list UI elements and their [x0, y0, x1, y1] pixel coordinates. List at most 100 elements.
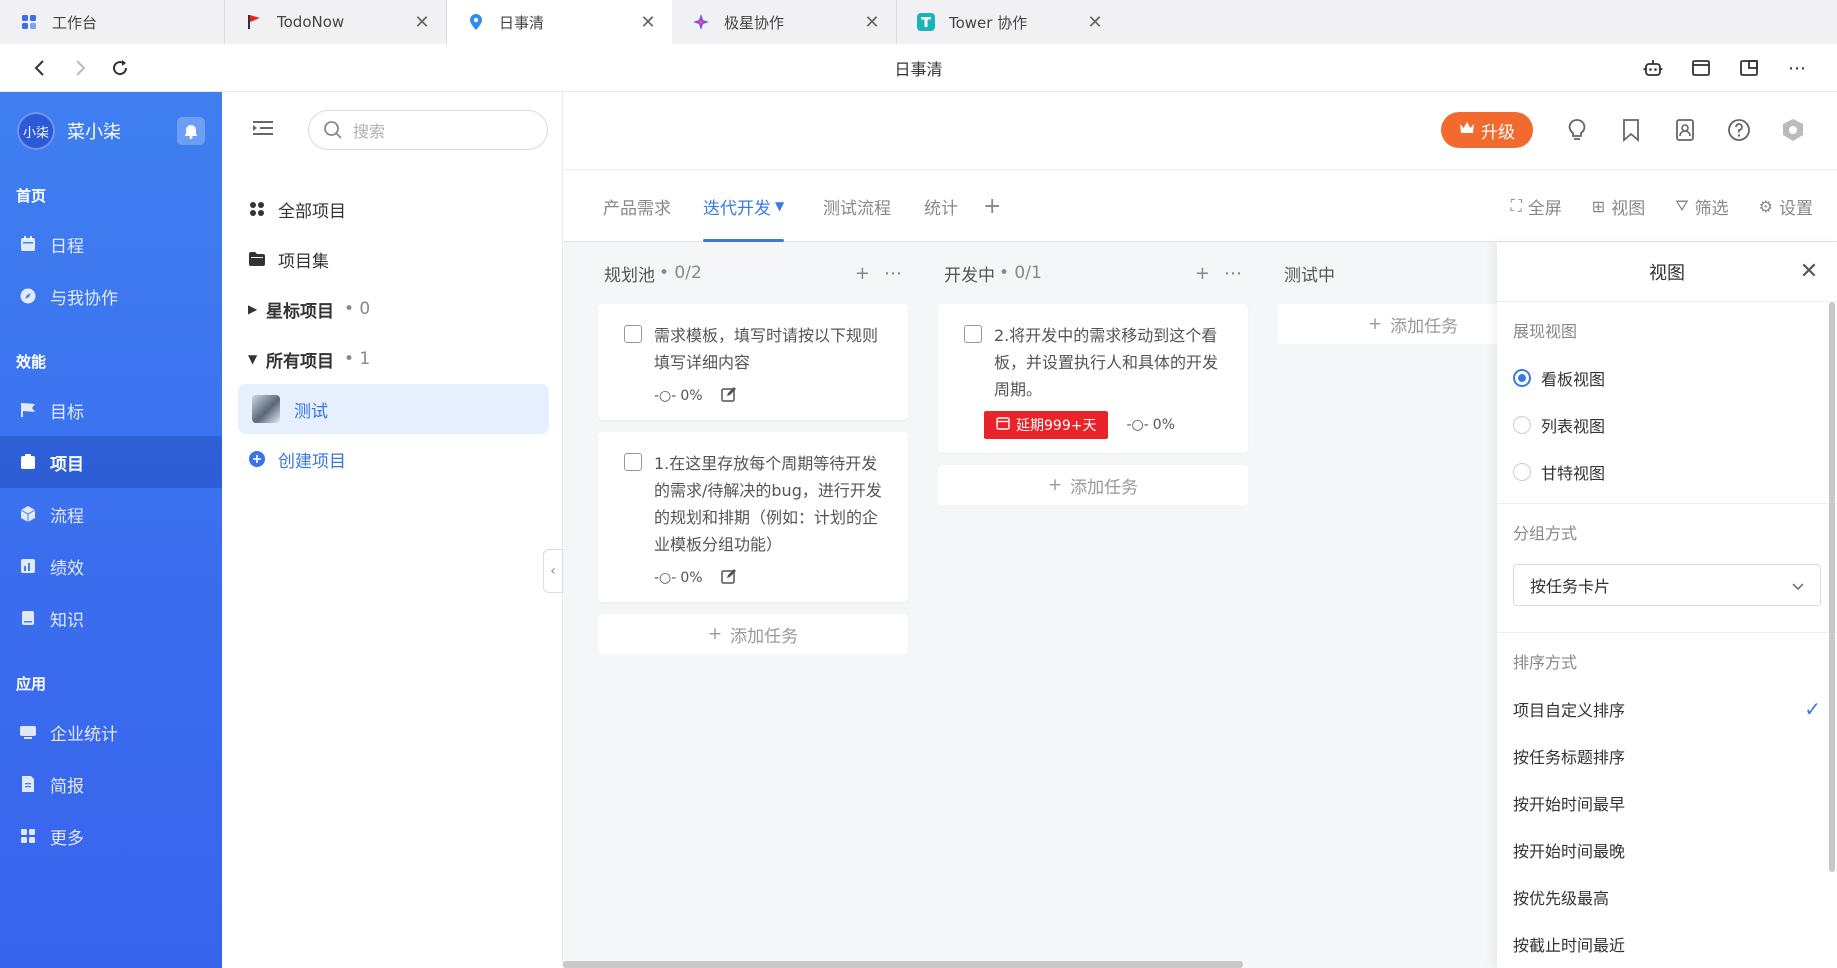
edit-icon[interactable] — [720, 386, 737, 406]
all-projects-group[interactable]: ▼ 所有项目 • 1 — [222, 334, 563, 384]
sidebar-item-more[interactable]: 更多 — [0, 810, 222, 862]
cube-icon — [18, 504, 38, 524]
task-checkbox[interactable] — [624, 325, 642, 343]
bell-icon[interactable] — [177, 117, 205, 145]
create-project-button[interactable]: 创建项目 — [222, 434, 563, 484]
sidebar-item-label: 目标 — [50, 402, 84, 423]
forward-button[interactable] — [60, 48, 100, 88]
more-icon[interactable]: ⋯ — [1781, 50, 1813, 86]
browser-tab-rishiqing[interactable]: 日事清 ✕ — [447, 0, 672, 44]
add-icon[interactable]: + — [1195, 263, 1210, 284]
settings-button[interactable]: ⚙ 设置 — [1759, 194, 1813, 219]
sidebar-item-brief[interactable]: 简报 — [0, 758, 222, 810]
split-window-icon[interactable] — [1733, 50, 1765, 86]
item-label: 所有项目 — [266, 351, 334, 372]
search-input[interactable]: 搜索 — [308, 110, 548, 150]
task-title: 需求模板，填写时请按以下规则填写详细内容 — [654, 326, 879, 372]
tab-statistics[interactable]: 统计 — [924, 170, 958, 242]
close-icon[interactable]: ✕ — [412, 12, 432, 33]
collapse-panel-button[interactable]: ‹ — [543, 549, 563, 593]
sidebar-item-collab[interactable]: 与我协作 — [0, 270, 222, 322]
edit-icon[interactable] — [720, 568, 737, 588]
tab-test-process[interactable]: 测试流程 — [823, 170, 891, 242]
avatar[interactable]: 小柒 — [17, 112, 55, 150]
view-button[interactable]: ⊞ 视图 — [1592, 194, 1645, 219]
robot-icon[interactable] — [1637, 50, 1669, 86]
sidebar-item-schedule[interactable]: 日程 — [0, 218, 222, 270]
sidebar-item-process[interactable]: 流程 — [0, 488, 222, 540]
view-option-gantt[interactable]: 甘特视图 — [1513, 448, 1821, 495]
option-label: 按优先级最高 — [1513, 888, 1610, 908]
view-option-list[interactable]: 列表视图 — [1513, 401, 1821, 448]
collapse-menu-icon[interactable] — [252, 118, 276, 142]
user-profile[interactable]: 小柒 菜小柒 — [0, 92, 222, 170]
help-icon[interactable] — [1725, 112, 1753, 148]
plus-icon: + — [707, 624, 723, 644]
close-icon[interactable]: ✕ — [862, 12, 882, 33]
sort-option[interactable]: 按开始时间最晚 — [1513, 826, 1821, 873]
reload-button[interactable] — [100, 48, 140, 88]
more-icon[interactable]: ⋯ — [884, 263, 902, 284]
option-label: 按开始时间最晚 — [1513, 841, 1626, 861]
sort-option[interactable]: 项目自定义排序 ✓ — [1513, 685, 1821, 732]
group-select[interactable]: 按任务卡片 — [1513, 564, 1821, 606]
close-icon[interactable]: ✕ — [1085, 12, 1105, 33]
upgrade-button[interactable]: 升级 — [1441, 112, 1533, 148]
kanban-column: 测试中 + 添加任务 — [1278, 242, 1497, 344]
browser-tab-jixing[interactable]: 极星协作 ✕ — [672, 0, 897, 44]
sidebar-item-enterprise-stats[interactable]: 企业统计 — [0, 706, 222, 758]
tab-product-requirements[interactable]: 产品需求 — [603, 170, 671, 242]
close-icon[interactable]: ✕ — [638, 12, 658, 33]
caret-down-icon[interactable]: ▼ — [248, 352, 258, 366]
drawer-scrollbar[interactable] — [1829, 302, 1835, 872]
sort-option[interactable]: 按截止时间最近 — [1513, 920, 1821, 967]
add-tab-icon[interactable]: + — [983, 170, 1001, 242]
project-set-item[interactable]: 项目集 — [222, 234, 563, 284]
task-checkbox[interactable] — [624, 453, 642, 471]
radio-button[interactable] — [1513, 415, 1531, 434]
task-card[interactable]: 需求模板，填写时请按以下规则填写详细内容 -○- 0% — [598, 304, 908, 420]
browser-tab-workbench[interactable]: 工作台 — [0, 0, 225, 44]
sidebar-item-performance[interactable]: 绩效 — [0, 540, 222, 592]
view-option-kanban[interactable]: 看板视图 — [1513, 354, 1821, 401]
task-card[interactable]: 2.将开发中的需求移动到这个看板，并设置执行人和具体的开发周期。 延期999+天… — [938, 304, 1248, 453]
board-scrollbar[interactable] — [563, 961, 1243, 968]
project-item-test[interactable]: 测试 — [238, 384, 549, 434]
radio-button[interactable] — [1513, 462, 1531, 481]
sort-option[interactable]: 按任务标题排序 — [1513, 732, 1821, 779]
section-title: 分组方式 — [1513, 524, 1578, 543]
sort-option[interactable]: 按优先级最高 — [1513, 873, 1821, 920]
item-label: 全部项目 — [278, 201, 346, 222]
sort-option[interactable]: 按开始时间最早 — [1513, 779, 1821, 826]
add-task-button[interactable]: + 添加任务 — [598, 614, 908, 654]
caret-right-icon[interactable]: ▶ — [248, 302, 258, 316]
all-projects-item[interactable]: 全部项目 — [222, 184, 563, 234]
radio-button[interactable] — [1513, 368, 1531, 387]
sidebar-item-goals[interactable]: 目标 — [0, 384, 222, 436]
task-checkbox[interactable] — [964, 325, 982, 343]
sidebar-item-knowledge[interactable]: 知识 — [0, 592, 222, 644]
filter-button[interactable]: ⛛ 筛选 — [1675, 194, 1728, 219]
project-tabs: 产品需求 迭代开发 ▼ 测试流程 统计 + ⛶ 全屏 ⊞ 视图 ⛛ 筛选 ⚙ 设置 — [563, 170, 1837, 242]
more-icon[interactable]: ⋯ — [1224, 263, 1242, 284]
contacts-icon[interactable] — [1671, 112, 1699, 148]
task-card[interactable]: 1.在这里存放每个周期等待开发的需求/待解决的bug，进行开发的规划和排期（例如… — [598, 432, 908, 602]
tab-iteration-dev[interactable]: 迭代开发 ▼ — [703, 170, 785, 242]
window-icon[interactable] — [1685, 50, 1717, 86]
project-tree: 全部项目 项目集 ▶ 星标项目 • 0 ▼ 所有项目 • 1 测试 创建项目 — [222, 184, 563, 484]
fullscreen-button[interactable]: ⛶ 全屏 — [1511, 194, 1562, 219]
sidebar-item-projects[interactable]: 项目 — [0, 436, 222, 488]
add-icon[interactable]: + — [855, 263, 870, 284]
shield-icon[interactable] — [1779, 112, 1807, 148]
add-task-button[interactable]: + 添加任务 — [938, 465, 1248, 505]
close-icon[interactable]: ✕ — [1797, 260, 1821, 284]
bookmark-icon[interactable] — [1617, 112, 1645, 148]
back-button[interactable] — [20, 48, 60, 88]
starred-projects-item[interactable]: ▶ 星标项目 • 0 — [222, 284, 563, 334]
add-task-button[interactable]: + 添加任务 — [1278, 304, 1497, 344]
lightbulb-icon[interactable] — [1563, 112, 1591, 148]
browser-tab-tower[interactable]: Tower 协作 ✕ — [897, 0, 1119, 44]
column-header: 规划池 • 0/2 + ⋯ — [598, 242, 908, 304]
option-label: 按任务标题排序 — [1513, 747, 1626, 767]
browser-tab-todonow[interactable]: TodoNow ✕ — [225, 0, 447, 44]
